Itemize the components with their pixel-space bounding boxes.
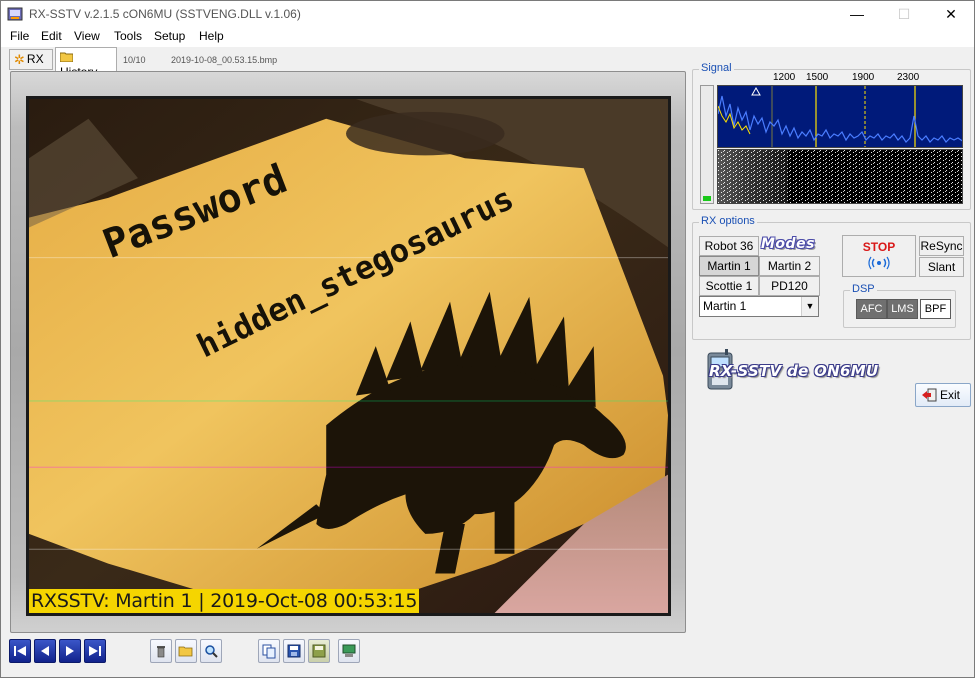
next-icon	[66, 646, 74, 656]
resync-button[interactable]: ReSync	[919, 236, 964, 256]
transmit-button[interactable]	[338, 639, 360, 663]
mode-pd120-button[interactable]: PD120	[759, 276, 820, 296]
computer-icon	[342, 644, 356, 657]
exit-button[interactable]: Exit	[915, 383, 971, 407]
copy-icon	[262, 644, 276, 659]
app-icon	[7, 7, 23, 21]
magnifier-icon	[205, 645, 218, 658]
menu-bar: File Edit View Tools Setup Help	[1, 27, 974, 47]
dsp-label: DSP	[850, 283, 877, 295]
mode-select-value: Martin 1	[703, 299, 747, 313]
image-frame: Password hidden_stegosaurus RXSSTV: Mart…	[10, 71, 686, 633]
mode-robot36-button[interactable]: Robot 36	[699, 236, 759, 256]
floppy-disk-icon	[287, 644, 301, 658]
maximize-button[interactable]: ☐	[881, 1, 927, 27]
tab-strip: ✲RX History 10/10 2019-10-08_00.53.15.bm…	[5, 47, 685, 79]
title-bar: RX-SSTV v.2.1.5 cON6MU (SSTVENG.DLL v.1.…	[1, 1, 974, 27]
signal-level-fill	[703, 196, 711, 201]
menu-help[interactable]: Help	[199, 29, 224, 43]
brand-logo: RX-SSTV de ON6MU	[709, 362, 879, 380]
history-counter: 10/10	[123, 55, 146, 65]
previous-icon	[41, 646, 49, 656]
waterfall-plot	[718, 150, 962, 203]
menu-setup[interactable]: Setup	[154, 29, 185, 43]
app-window: RX-SSTV v.2.1.5 cON6MU (SSTVENG.DLL v.1.…	[0, 0, 975, 678]
rx-options-label: RX options	[699, 215, 757, 227]
mode-scottie1-button[interactable]: Scottie 1	[699, 276, 759, 296]
zoom-button[interactable]	[200, 639, 222, 663]
gear-icon: ✲	[14, 52, 25, 67]
skip-last-icon	[89, 646, 101, 656]
bpf-toggle[interactable]: BPF	[920, 299, 951, 319]
window-title: RX-SSTV v.2.1.5 cON6MU (SSTVENG.DLL v.1.…	[29, 7, 301, 21]
skip-first-icon	[14, 646, 26, 656]
trash-icon	[157, 646, 165, 658]
open-folder-button[interactable]	[175, 639, 197, 663]
signal-level-meter	[700, 85, 714, 204]
waterfall-display	[717, 149, 963, 204]
first-image-button[interactable]	[9, 639, 31, 663]
save-button[interactable]	[283, 639, 305, 663]
delete-button[interactable]	[150, 639, 172, 663]
close-button[interactable]: ✕	[928, 1, 974, 27]
tab-history[interactable]: History	[55, 47, 117, 79]
afc-toggle[interactable]: AFC	[856, 299, 887, 319]
modes-logo: Modes	[761, 236, 815, 252]
image-overlay-caption: RXSSTV: Martin 1 | 2019-Oct-08 00:53:15	[29, 589, 420, 613]
decoded-photo	[29, 99, 668, 613]
slant-button[interactable]: Slant	[919, 257, 964, 277]
tab-rx-label: RX	[26, 52, 44, 67]
sstv-image: Password hidden_stegosaurus RXSSTV: Mart…	[26, 96, 671, 616]
image-toolbar	[9, 639, 369, 665]
menu-tools[interactable]: Tools	[114, 29, 142, 43]
history-filename: 2019-10-08_00.53.15.bmp	[171, 55, 278, 65]
menu-file[interactable]: File	[10, 29, 29, 43]
antenna-icon	[868, 256, 890, 270]
save-as-button[interactable]	[308, 639, 330, 663]
spectrum-display	[717, 85, 963, 148]
folder-open-icon	[178, 646, 193, 657]
freq-1200: 1200	[773, 72, 796, 83]
mode-select[interactable]: Martin 1 ▼	[699, 296, 819, 317]
exit-label: Exit	[940, 388, 961, 402]
freq-1900: 1900	[852, 72, 875, 83]
spectrum-plot	[718, 86, 962, 147]
minimize-button[interactable]: —	[834, 1, 880, 27]
mode-martin2-button[interactable]: Martin 2	[759, 256, 820, 276]
lms-toggle[interactable]: LMS	[887, 299, 918, 319]
mode-martin1-button[interactable]: Martin 1	[699, 256, 759, 276]
chevron-down-icon[interactable]: ▼	[801, 297, 818, 316]
stop-button[interactable]: STOP	[842, 235, 916, 277]
next-image-button[interactable]	[59, 639, 81, 663]
freq-2300: 2300	[897, 72, 920, 83]
previous-image-button[interactable]	[34, 639, 56, 663]
exit-door-icon	[922, 388, 937, 402]
floppy-disk-alt-icon	[312, 644, 326, 658]
freq-1500: 1500	[806, 72, 829, 83]
menu-edit[interactable]: Edit	[41, 29, 62, 43]
last-image-button[interactable]	[84, 639, 106, 663]
copy-button[interactable]	[258, 639, 280, 663]
signal-label: Signal	[699, 62, 734, 74]
stop-label: STOP	[862, 240, 896, 254]
folder-icon	[59, 51, 74, 65]
tab-rx[interactable]: ✲ RX	[9, 49, 53, 70]
menu-view[interactable]: View	[74, 29, 100, 43]
